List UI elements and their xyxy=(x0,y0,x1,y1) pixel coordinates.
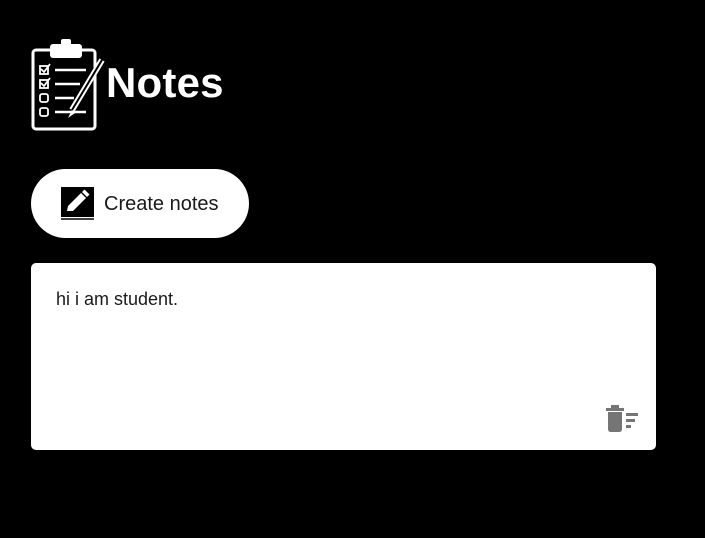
app-header: Notes xyxy=(30,38,224,132)
create-notes-button[interactable]: Create notes xyxy=(31,169,249,238)
note-card[interactable]: hi i am student. xyxy=(31,263,656,450)
clipboard-checklist-icon xyxy=(31,39,105,131)
note-text[interactable]: hi i am student. xyxy=(56,289,178,310)
create-notes-label: Create notes xyxy=(104,192,219,215)
notes-app: Notes Create notes hi i am student. xyxy=(0,0,705,538)
page-title: Notes xyxy=(106,59,224,106)
edit-pencil-icon xyxy=(61,187,94,220)
delete-sweep-icon[interactable] xyxy=(605,405,639,433)
